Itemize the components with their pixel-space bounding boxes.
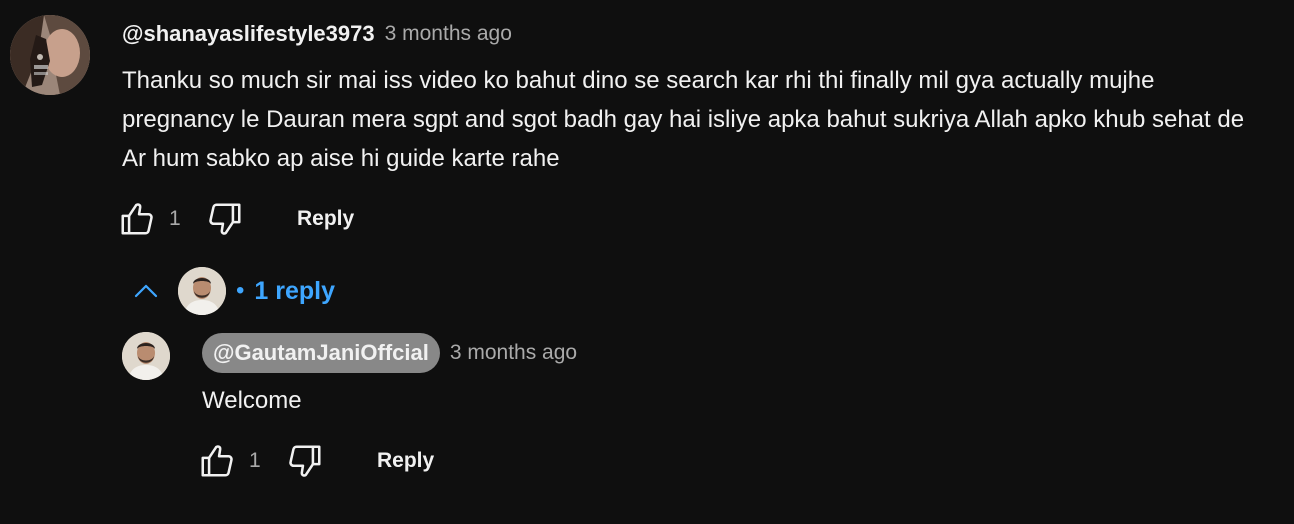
comment-action-bar: 1 Reply: [117, 197, 354, 241]
comment-author[interactable]: @shanayaslifestyle3973: [122, 21, 375, 47]
reply-timestamp[interactable]: 3 months ago: [450, 341, 577, 365]
comment-timestamp[interactable]: 3 months ago: [385, 22, 512, 46]
thumbs-down-icon[interactable]: [205, 199, 245, 239]
chevron-up-icon[interactable]: [122, 267, 170, 315]
replies-count-label[interactable]: 1 reply: [254, 277, 335, 306]
reply-reply-button[interactable]: Reply: [377, 449, 434, 473]
comment-header: @shanayaslifestyle3973 3 months ago: [122, 18, 512, 50]
reply-author-avatar[interactable]: [122, 332, 170, 380]
replies-toggle[interactable]: • 1 reply: [122, 265, 335, 317]
reply-header: @GautamJaniOffcial 3 months ago: [202, 333, 577, 373]
comment-like-count: 1: [169, 207, 181, 230]
replies-separator-dot: •: [236, 277, 245, 304]
thumbs-up-icon[interactable]: [117, 199, 157, 239]
commenter-avatar[interactable]: [10, 15, 90, 95]
reply-text: Welcome: [202, 387, 302, 414]
comment-reply-button[interactable]: Reply: [297, 207, 354, 231]
comment-text: Thanku so much sir mai iss video ko bahu…: [122, 67, 1245, 172]
reply-creator-avatar-small: [178, 267, 226, 315]
thumbs-up-icon[interactable]: [197, 441, 237, 481]
thumbs-down-icon[interactable]: [285, 441, 325, 481]
reply-action-bar: 1 Reply: [197, 439, 434, 483]
reply-author-creator-badge[interactable]: @GautamJaniOffcial: [202, 333, 440, 373]
reply-like-count: 1: [249, 449, 261, 472]
